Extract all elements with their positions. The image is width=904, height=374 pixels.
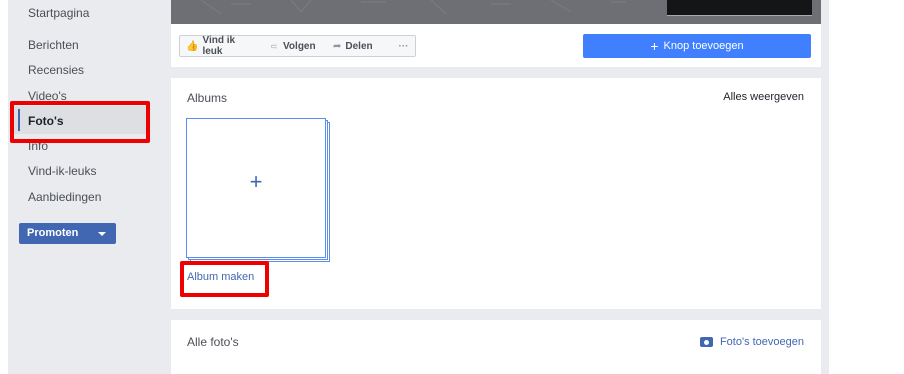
highlight-box-fotos — [10, 101, 150, 143]
plus-icon: + — [650, 38, 659, 54]
cover-dark-overlay — [667, 0, 812, 16]
share-arrow-icon: ➦ — [333, 40, 342, 52]
like-button[interactable]: 👍 Vind ik leuk — [179, 35, 264, 57]
cover-photo — [171, 0, 821, 24]
add-button-button[interactable]: + Knop toevoegen — [583, 34, 811, 58]
sidebar-item-berichten[interactable]: Berichten — [28, 38, 79, 52]
view-all-albums-link[interactable]: Alles weergeven — [723, 91, 804, 103]
add-photos-link[interactable]: Foto's toevoegen — [699, 336, 804, 348]
add-button-label: Knop toevoegen — [663, 40, 744, 52]
like-button-label: Vind ik leuk — [202, 35, 236, 57]
sidebar-item-startpagina[interactable]: Startpagina — [28, 6, 89, 20]
follow-button[interactable]: ⸦ Volgen — [263, 35, 328, 57]
follow-button-label: Volgen — [283, 40, 316, 52]
plus-icon: + — [249, 169, 263, 194]
sidebar-item-aanbiedingen[interactable]: Aanbiedingen — [28, 190, 101, 204]
albums-title: Albums — [187, 91, 228, 105]
caret-down-icon — [98, 232, 106, 236]
page-action-bar: 👍 Vind ik leuk ⸦ Volgen ➦ Delen ··· + Kn… — [171, 24, 821, 67]
rss-icon: ⸦ — [269, 42, 279, 53]
sidebar-item-recensies[interactable]: Recensies — [28, 63, 84, 77]
create-album-tile[interactable]: + — [186, 118, 326, 258]
thumbs-up-icon: 👍 — [186, 40, 199, 52]
promote-button[interactable]: Promoten — [19, 223, 116, 244]
share-button-label: Delen — [345, 40, 373, 52]
highlight-box-album-maken — [180, 261, 269, 297]
more-options-button[interactable]: ··· — [392, 35, 416, 57]
sidebar-item-vind-ik-leuks[interactable]: Vind-ik-leuks — [28, 164, 96, 178]
all-photos-card: Alle foto's Foto's toevoegen — [171, 320, 821, 374]
add-photos-label: Foto's toevoegen — [719, 336, 804, 348]
promote-button-label: Promoten — [27, 227, 79, 239]
all-photos-title: Alle foto's — [187, 335, 239, 349]
more-options-label: ··· — [398, 40, 409, 52]
share-button[interactable]: ➦ Delen — [327, 35, 393, 57]
camera-icon — [699, 337, 713, 347]
